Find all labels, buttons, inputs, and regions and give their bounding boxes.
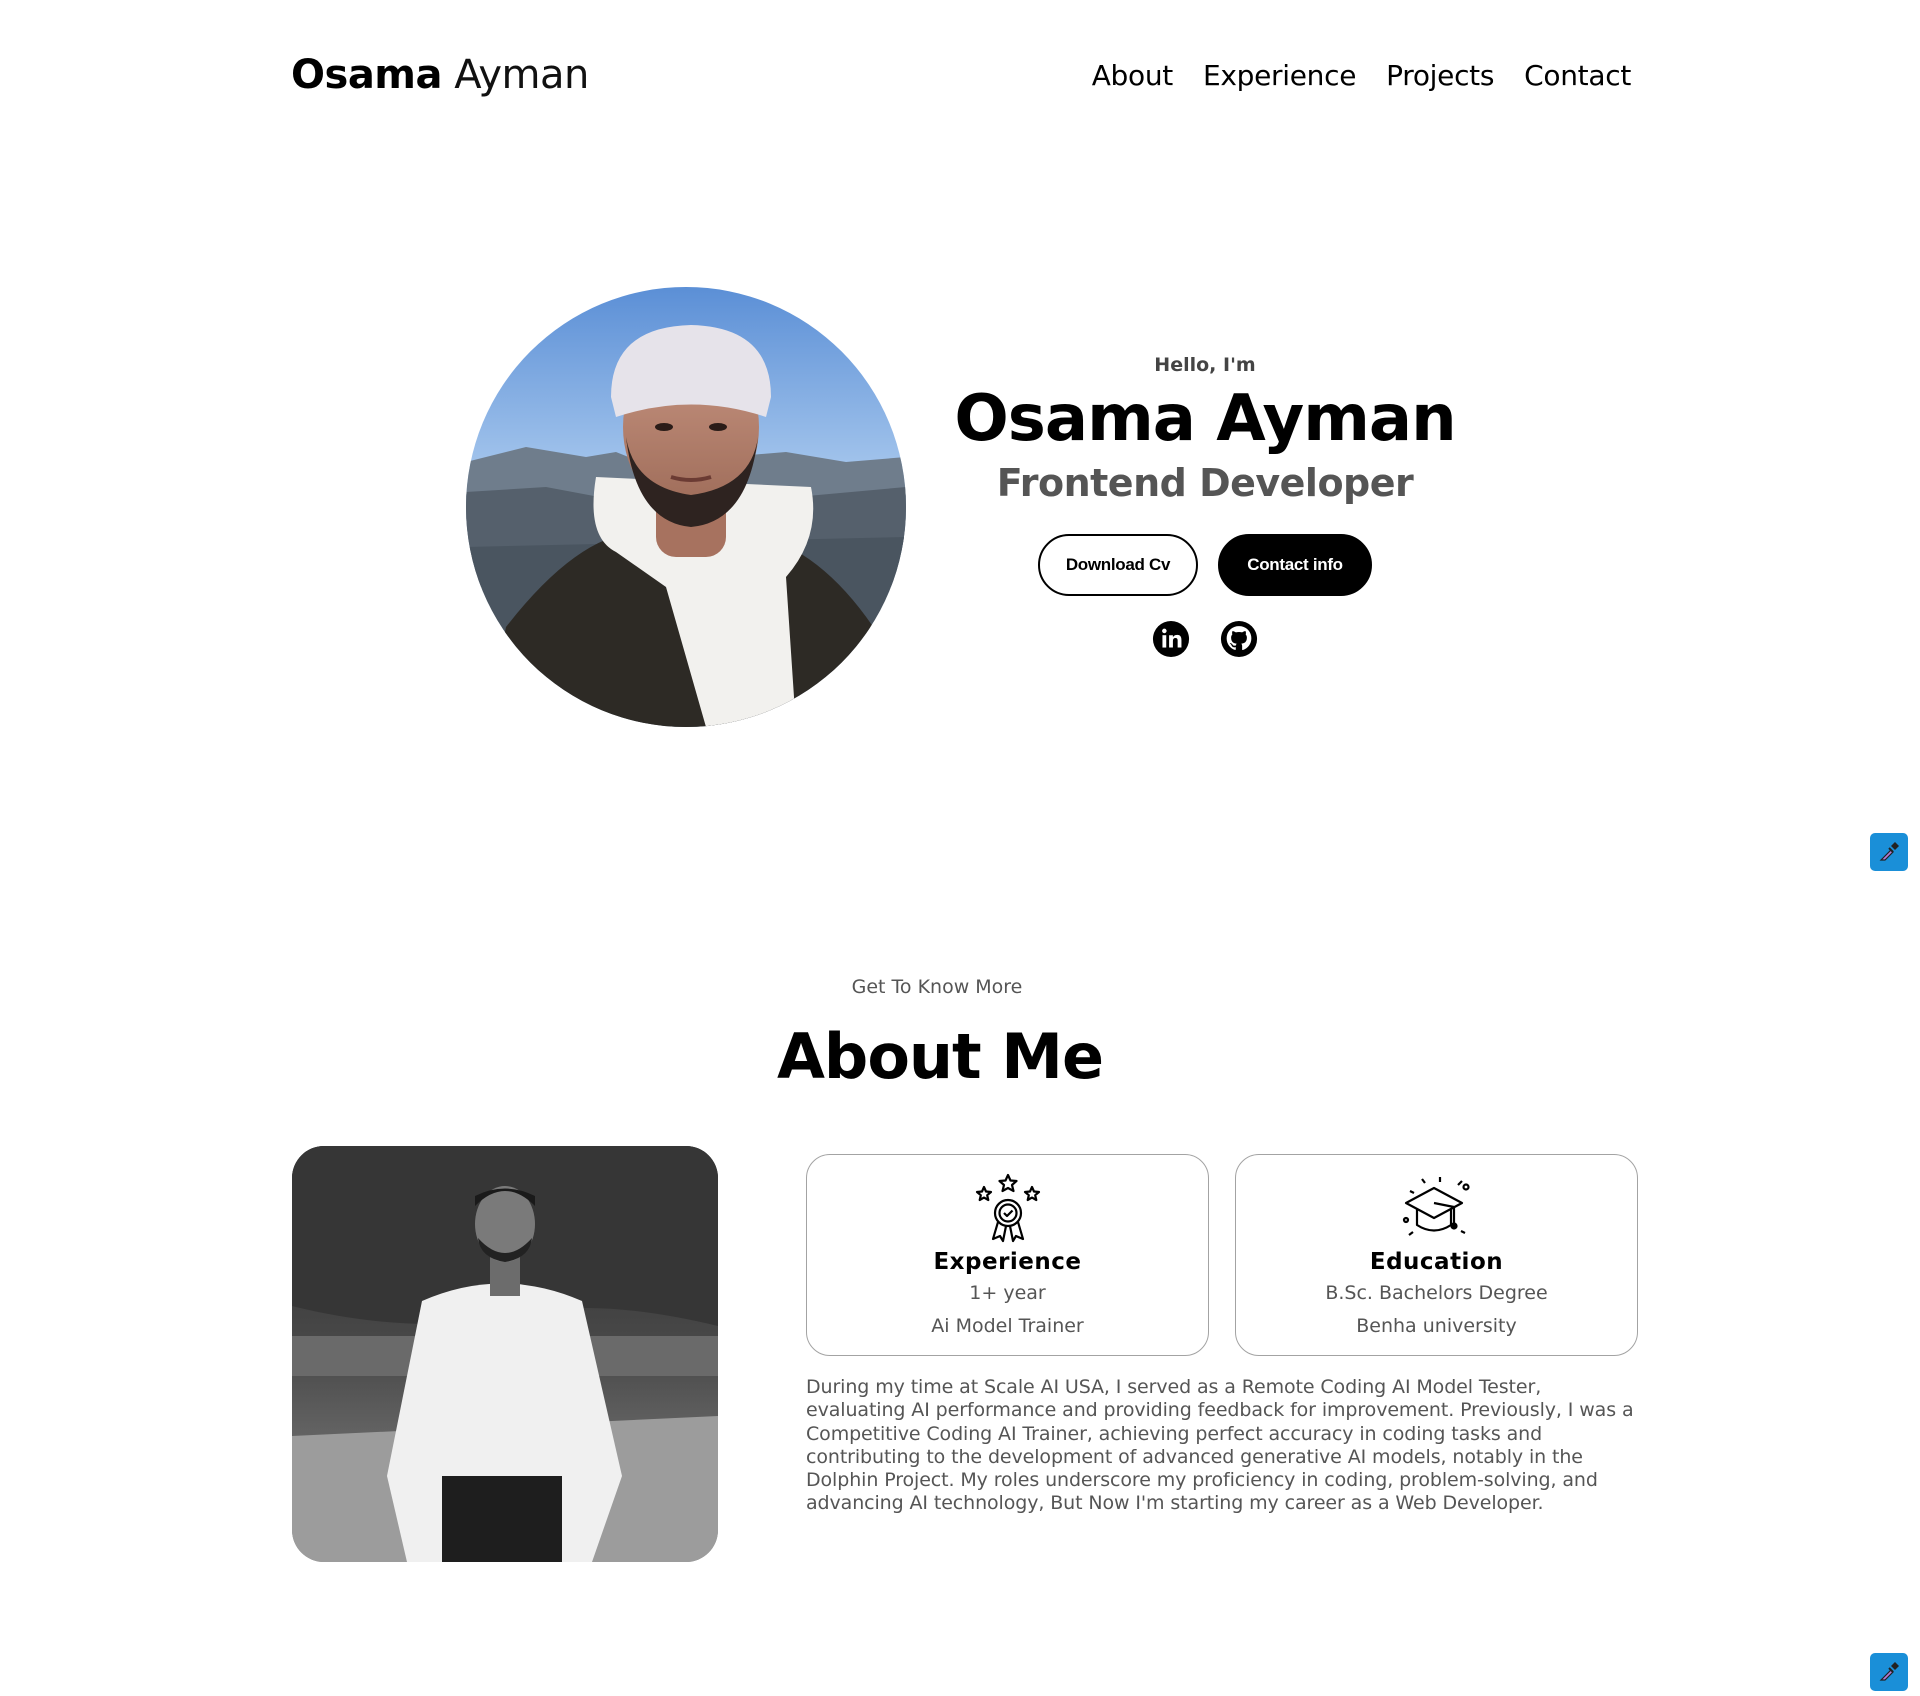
award-stars-icon [975, 1173, 1040, 1243]
nav-link-projects[interactable]: Projects [1386, 59, 1494, 92]
about-photo-image [292, 1146, 718, 1562]
github-icon[interactable] [1220, 620, 1258, 658]
hero-greeting: Hello, I'm [1154, 354, 1256, 376]
about-title: About Me [776, 1020, 1104, 1093]
about-title-wrap: About Me [0, 1020, 1920, 1093]
education-card-university: Benha university [1356, 1315, 1517, 1337]
social-links [940, 620, 1470, 658]
experience-card-role: Ai Model Trainer [931, 1315, 1084, 1337]
education-card: Education B.Sc. Bachelors Degree Benha u… [1235, 1154, 1638, 1356]
floating-eyedropper-button-bottom[interactable] [1870, 1653, 1908, 1691]
about-subtitle-wrap: Get To Know More [0, 976, 1920, 998]
download-cv-button[interactable]: Download Cv [1038, 534, 1198, 596]
about-photo [292, 1146, 718, 1562]
about-subtitle: Get To Know More [851, 976, 1023, 998]
education-card-title: Education [1369, 1249, 1504, 1275]
linkedin-icon[interactable] [1152, 620, 1190, 658]
eyedropper-icon [1879, 1662, 1899, 1681]
profile-photo-image [466, 287, 906, 727]
nav-link-about[interactable]: About [1092, 59, 1174, 92]
site-logo[interactable]: Osama Ayman [291, 50, 589, 100]
portfolio-page: Osama Ayman About Experience Projects Co… [0, 0, 1920, 1696]
hero-profile-photo [466, 287, 906, 727]
graduation-cap-icon [1402, 1177, 1470, 1236]
hero-buttons: Download Cv Contact info [940, 534, 1470, 596]
nav-links: About Experience Projects Contact [1092, 50, 1632, 100]
eyedropper-icon [1879, 842, 1899, 861]
logo-first-name: Osama [291, 52, 442, 98]
logo-last-name: Ayman [454, 52, 589, 98]
experience-card: Experience 1+ year Ai Model Trainer [806, 1154, 1209, 1356]
hero-name: Osama Ayman [954, 382, 1456, 456]
hero-section: Hello, I'm Osama Ayman Frontend Develope… [940, 350, 1470, 658]
experience-card-title: Experience [933, 1249, 1082, 1275]
nav-link-contact[interactable]: Contact [1524, 59, 1631, 92]
experience-card-years: 1+ year [969, 1282, 1046, 1304]
nav-link-experience[interactable]: Experience [1203, 59, 1356, 92]
hero-role: Frontend Developer [996, 461, 1414, 505]
top-nav: Osama Ayman About Experience Projects Co… [291, 50, 1631, 100]
floating-eyedropper-button[interactable] [1870, 833, 1908, 871]
about-paragraph: During my time at Scale AI USA, I served… [806, 1376, 1634, 1515]
education-card-degree: B.Sc. Bachelors Degree [1325, 1282, 1548, 1304]
contact-info-button[interactable]: Contact info [1218, 534, 1372, 596]
